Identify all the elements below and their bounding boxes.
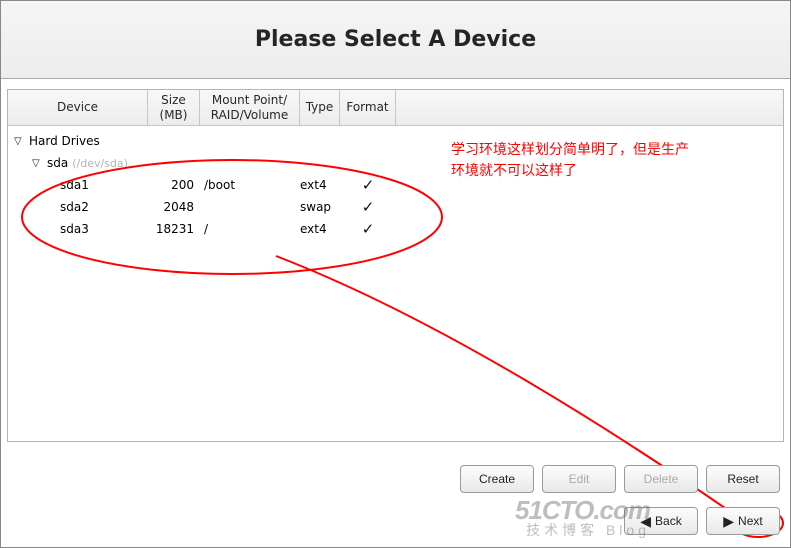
table-header: Device Size (MB) Mount Point/ RAID/Volum…: [8, 90, 783, 126]
nav-buttons: ◀ Back ▶ Next: [624, 507, 780, 535]
arrow-right-icon: ▶: [723, 514, 734, 528]
delete-button[interactable]: Delete: [624, 465, 698, 493]
partition-size: 2048: [148, 200, 200, 214]
partition-type: ext4: [300, 178, 340, 192]
partition-name: sda2: [60, 200, 89, 214]
back-button[interactable]: ◀ Back: [624, 507, 698, 535]
col-header-spacer: [396, 90, 783, 125]
reset-button[interactable]: Reset: [706, 465, 780, 493]
arrow-left-icon: ◀: [640, 514, 651, 528]
tree-row-harddrives[interactable]: ▽ Hard Drives: [8, 130, 783, 152]
next-label: Next: [738, 514, 763, 528]
edit-button[interactable]: Edit: [542, 465, 616, 493]
tree-label-sda: sda: [47, 156, 68, 170]
col-header-format[interactable]: Format: [340, 90, 396, 125]
partition-buttons: Create Edit Delete Reset: [460, 465, 780, 493]
tree-row-sda[interactable]: ▽ sda (/dev/sda): [8, 152, 783, 174]
back-label: Back: [655, 514, 682, 528]
device-tree: ▽ Hard Drives ▽ sda (/dev/sda) sda1 200 …: [8, 126, 783, 244]
col-header-mount[interactable]: Mount Point/ RAID/Volume: [200, 90, 300, 125]
title-bar: Please Select A Device: [1, 1, 790, 79]
next-button[interactable]: ▶ Next: [706, 507, 780, 535]
partition-name: sda3: [60, 222, 89, 236]
col-header-device[interactable]: Device: [8, 90, 148, 125]
col-header-type[interactable]: Type: [300, 90, 340, 125]
partition-name: sda1: [60, 178, 89, 192]
partition-mount: /: [200, 222, 300, 236]
create-button[interactable]: Create: [460, 465, 534, 493]
table-row[interactable]: sda1 200 /boot ext4 ✓: [8, 174, 783, 196]
partition-mount: /boot: [200, 178, 300, 192]
page-title: Please Select A Device: [255, 27, 536, 52]
tree-label-harddrives: Hard Drives: [29, 134, 100, 148]
tree-sub-sda: (/dev/sda): [72, 157, 128, 170]
partition-size: 200: [148, 178, 200, 192]
expander-icon[interactable]: ▽: [32, 158, 44, 169]
partition-type: ext4: [300, 222, 340, 236]
checkmark-icon: ✓: [362, 220, 375, 238]
partition-size: 18231: [148, 222, 200, 236]
checkmark-icon: ✓: [362, 176, 375, 194]
table-row[interactable]: sda3 18231 / ext4 ✓: [8, 218, 783, 240]
partition-type: swap: [300, 200, 340, 214]
col-header-size[interactable]: Size (MB): [148, 90, 200, 125]
expander-icon[interactable]: ▽: [14, 136, 26, 147]
checkmark-icon: ✓: [362, 198, 375, 216]
partition-table: Device Size (MB) Mount Point/ RAID/Volum…: [7, 89, 784, 442]
table-row[interactable]: sda2 2048 swap ✓: [8, 196, 783, 218]
